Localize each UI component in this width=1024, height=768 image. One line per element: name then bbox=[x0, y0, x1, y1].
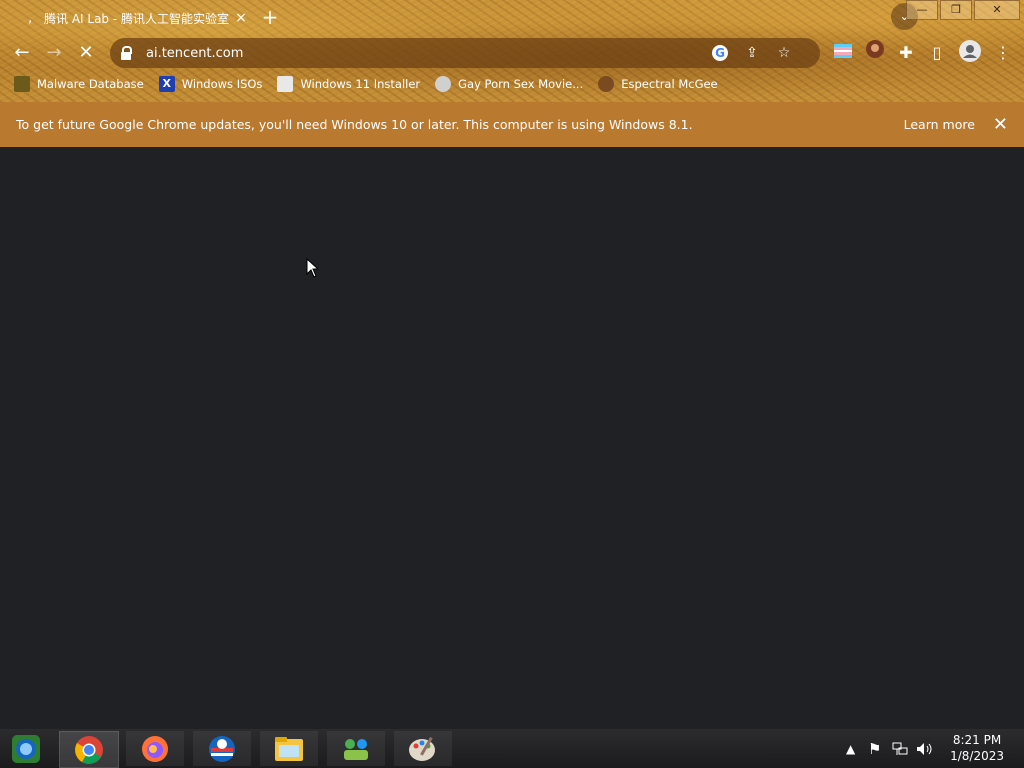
bookmark-windows-11-installer[interactable]: Windows 11 Installer bbox=[277, 76, 420, 92]
x-icon: X bbox=[158, 76, 175, 92]
stop-loading-button[interactable]: ✕ bbox=[73, 40, 99, 66]
infobar-close-icon[interactable]: ✕ bbox=[993, 114, 1008, 135]
forward-button[interactable]: → bbox=[41, 40, 67, 66]
restore-button[interactable]: ❐ bbox=[940, 0, 972, 20]
taskbar-network-app[interactable] bbox=[327, 731, 385, 766]
image-icon bbox=[277, 76, 294, 92]
learn-more-link[interactable]: Learn more bbox=[904, 117, 975, 132]
paint-palette-icon bbox=[409, 736, 435, 761]
taskbar-paint[interactable] bbox=[394, 731, 452, 766]
network-icon[interactable] bbox=[892, 729, 908, 768]
loading-spinner-icon: ‚ bbox=[28, 11, 33, 26]
folder-icon bbox=[275, 736, 303, 761]
new-tab-button[interactable]: + bbox=[259, 4, 281, 30]
page-content bbox=[0, 147, 1024, 729]
browser-tab[interactable]: ‚ 腾讯 AI Lab - 腾讯人工智能实验室 × bbox=[28, 4, 250, 32]
tray-overflow-icon[interactable]: ▲ bbox=[846, 729, 855, 768]
extensions-puzzle-icon[interactable]: ✚ bbox=[893, 40, 919, 66]
chrome-menu-icon[interactable]: ⋮ bbox=[990, 40, 1016, 66]
taskbar-file-explorer[interactable] bbox=[260, 731, 318, 766]
extension-flag-icon[interactable] bbox=[830, 40, 856, 66]
globe-icon bbox=[435, 76, 452, 92]
bookmark-espectral-mcgee[interactable]: Espectral McGee bbox=[598, 76, 718, 92]
face-icon bbox=[598, 76, 615, 92]
url-input[interactable] bbox=[144, 44, 708, 62]
system-clock[interactable]: 8:21 PM 1/8/2023 bbox=[950, 732, 1004, 764]
folder-icon bbox=[14, 76, 30, 92]
taskbar-globe-app[interactable] bbox=[193, 731, 251, 766]
tab-close-icon[interactable]: × bbox=[232, 10, 250, 26]
start-button[interactable] bbox=[0, 731, 52, 766]
bookmark-star-icon[interactable]: ☆ bbox=[772, 41, 796, 65]
taskbar: ▲ ⚑ 8:21 PM 1/8/2023 bbox=[0, 729, 1024, 768]
minimize-button[interactable]: — bbox=[906, 0, 938, 20]
bookmark-label: Espectral McGee bbox=[621, 77, 718, 91]
browser-frame: ‚ 腾讯 AI Lab - 腾讯人工智能实验室 × + ⌄ — ❐ ✕ ← → … bbox=[0, 0, 1024, 102]
firefox-icon bbox=[142, 735, 168, 762]
clock-date: 1/8/2023 bbox=[950, 749, 1004, 763]
profile-avatar-icon[interactable] bbox=[957, 40, 983, 66]
bookmark-windows-isos[interactable]: X Windows ISOs bbox=[158, 76, 263, 92]
taskbar-firefox[interactable] bbox=[126, 731, 184, 766]
extension-avatar-icon[interactable] bbox=[862, 40, 888, 66]
bookmark-malware-database[interactable]: Malware Database bbox=[14, 76, 144, 92]
people-network-icon bbox=[344, 738, 368, 760]
bookmark-label: Windows ISOs bbox=[181, 77, 263, 91]
bookmarks-bar: Malware Database X Windows ISOs Windows … bbox=[0, 73, 733, 95]
lock-icon[interactable] bbox=[120, 46, 132, 60]
google-lens-icon[interactable]: G bbox=[712, 45, 728, 61]
infobar-message: To get future Google Chrome updates, you… bbox=[16, 117, 693, 132]
share-icon[interactable]: ⇪ bbox=[740, 41, 764, 65]
address-bar[interactable]: G ⇪ ☆ bbox=[110, 38, 820, 68]
chrome-icon bbox=[75, 735, 103, 764]
volume-icon[interactable] bbox=[916, 729, 934, 768]
bookmark-gay-porn-sex-movie[interactable]: Gay Porn Sex Movie... bbox=[435, 76, 583, 92]
taskbar-chrome[interactable] bbox=[59, 731, 119, 768]
bookmark-label: Malware Database bbox=[37, 77, 144, 91]
bookmark-label: Windows 11 Installer bbox=[300, 77, 421, 91]
window-close-button[interactable]: ✕ bbox=[974, 0, 1020, 20]
action-center-flag-icon[interactable]: ⚑ bbox=[868, 729, 881, 768]
bookmark-label: Gay Porn Sex Movie... bbox=[458, 77, 584, 91]
clock-time: 8:21 PM bbox=[952, 733, 1002, 747]
side-panel-icon[interactable]: ▯ bbox=[924, 40, 950, 66]
start-orb-icon bbox=[12, 734, 40, 763]
mouse-cursor-icon bbox=[306, 258, 318, 278]
back-button[interactable]: ← bbox=[9, 40, 35, 66]
tab-title: 腾讯 AI Lab - 腾讯人工智能实验室 bbox=[44, 11, 229, 26]
window-controls: — ❐ ✕ bbox=[906, 0, 1020, 20]
update-infobar: To get future Google Chrome updates, you… bbox=[0, 102, 1024, 148]
globe-app-icon bbox=[209, 735, 235, 762]
